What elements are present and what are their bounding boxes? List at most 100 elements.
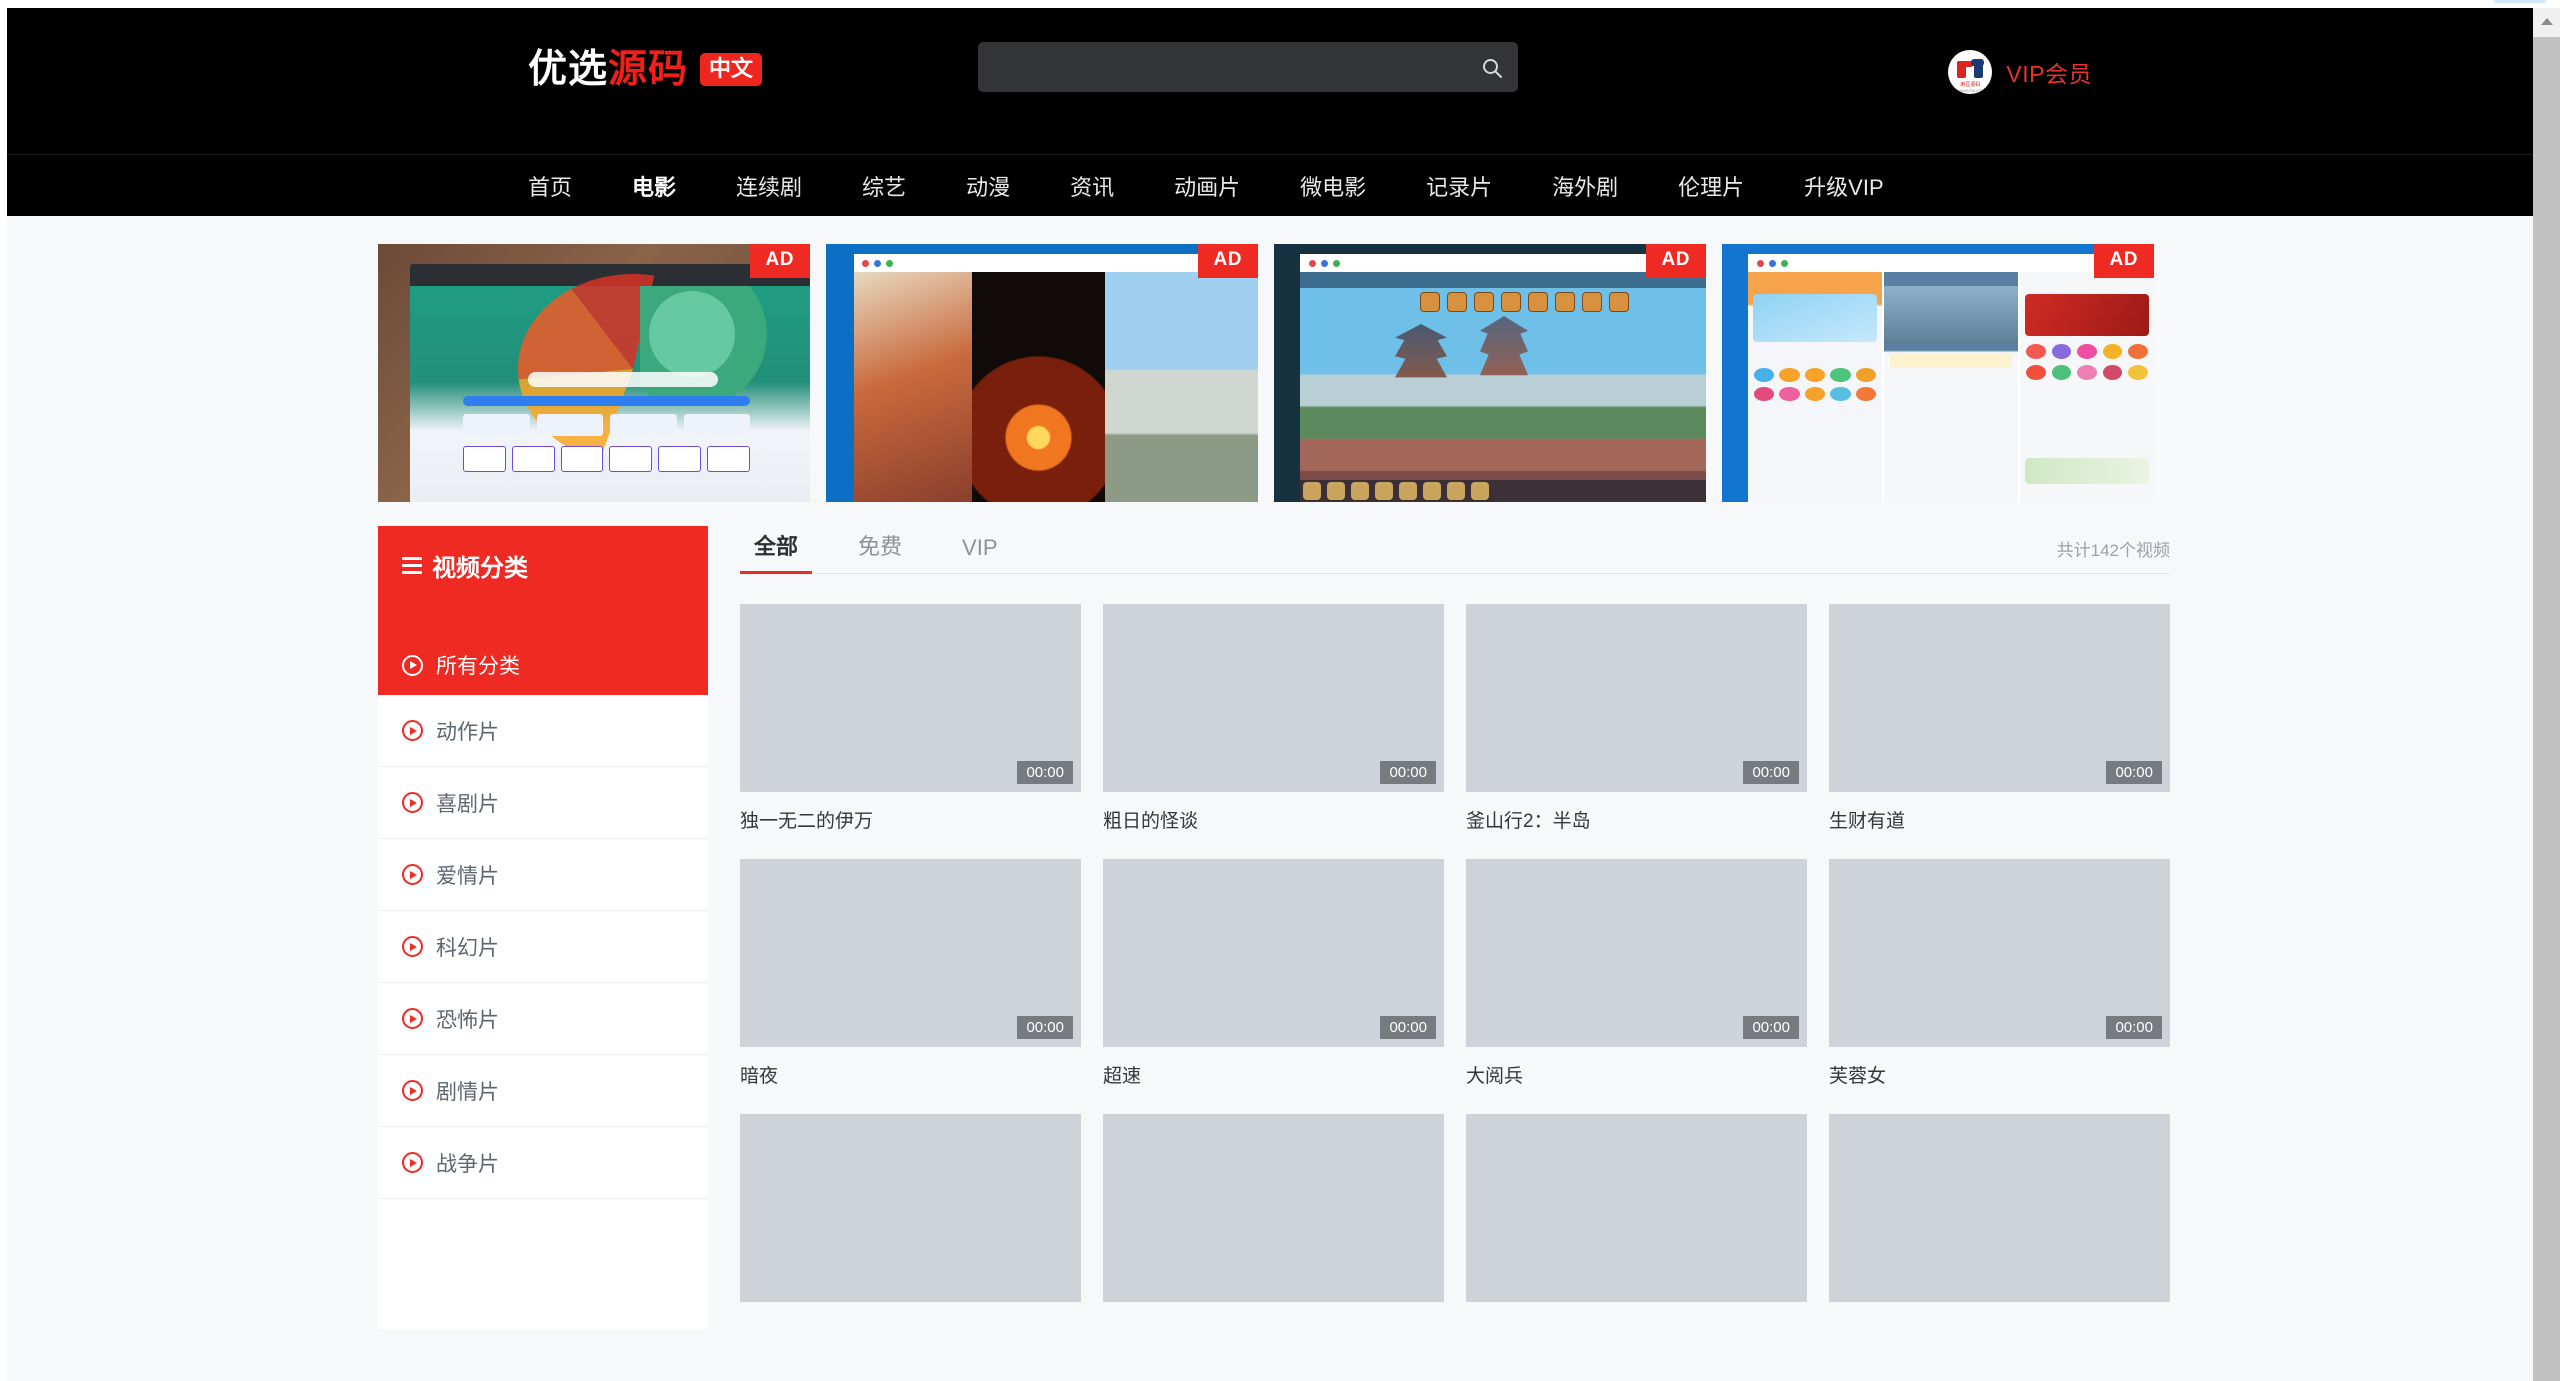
sidebar-item-2[interactable]: 喜剧片 (378, 767, 708, 839)
avatar-subcaption: MADOUYM.COM (1956, 88, 1985, 93)
sidebar-item-6[interactable]: 剧情片 (378, 1055, 708, 1127)
video-thumbnail[interactable] (1829, 1114, 2170, 1302)
play-circle-icon (402, 936, 423, 957)
scroll-up-arrow-icon[interactable] (2533, 8, 2560, 35)
nav-item-2[interactable]: 连续剧 (736, 170, 802, 202)
video-thumbnail[interactable]: 00:00 (740, 604, 1081, 792)
video-card[interactable] (740, 1114, 1081, 1316)
sidebar-item-1[interactable]: 动作片 (378, 695, 708, 767)
video-card[interactable]: 00:00 生财有道 (1829, 604, 2170, 833)
nav-item-9[interactable]: 海外剧 (1552, 170, 1618, 202)
video-card[interactable]: 00:00 暗夜 (740, 859, 1081, 1088)
sidebar-item-label: 恐怖片 (436, 1008, 499, 1032)
ad-banner-game-fire[interactable]: AD (826, 244, 1258, 502)
sidebar-item-label: 爱情片 (436, 864, 499, 888)
video-title[interactable]: 芙蓉女 (1829, 1061, 2170, 1088)
video-thumbnail[interactable]: 00:00 (1466, 859, 1807, 1047)
video-title[interactable]: 独一无二的伊万 (740, 806, 1081, 833)
video-thumbnail[interactable] (1466, 1114, 1807, 1302)
video-title[interactable]: 超速 (1103, 1061, 1444, 1088)
search-input[interactable] (978, 42, 1458, 92)
filter-tabs: 全部 免费 VIP 共计142个视频 (740, 526, 2170, 574)
video-card[interactable] (1103, 1114, 1444, 1316)
browser-top-strip (0, 0, 2560, 8)
avatar[interactable]: 麻豆源码 MADOUYM.COM (1948, 50, 1993, 94)
video-card[interactable]: 00:00 大阅兵 (1466, 859, 1807, 1088)
logo-text-primary: 优选 (528, 48, 609, 91)
video-thumbnail[interactable] (740, 1114, 1081, 1302)
nav-item-11[interactable]: 升级VIP (1804, 170, 1883, 202)
site-header: 优选源码 中文 麻豆源码 MADOUYM.COM VIP会员 (7, 8, 2533, 154)
video-card[interactable]: 00:00 釜山行2：半岛 (1466, 604, 1807, 833)
logo-text-secondary: 源码 (608, 48, 689, 91)
video-thumbnail[interactable]: 00:00 (1103, 604, 1444, 792)
video-title[interactable]: 大阅兵 (1466, 1061, 1807, 1088)
video-card[interactable]: 00:00 超速 (1103, 859, 1444, 1088)
sidebar-item-5[interactable]: 恐怖片 (378, 983, 708, 1055)
video-duration-badge: 00:00 (2106, 761, 2162, 784)
video-thumbnail[interactable] (1103, 1114, 1444, 1302)
video-duration-badge: 00:00 (2106, 1016, 2162, 1039)
video-thumbnail[interactable]: 00:00 (1466, 604, 1807, 792)
sidebar-item-7[interactable]: 战争片 (378, 1127, 708, 1199)
ad-banner-game-city[interactable]: AD (1274, 244, 1706, 502)
video-card[interactable] (1466, 1114, 1807, 1316)
ad-banner-knowledge-site[interactable]: AD (378, 244, 810, 502)
nav-item-4[interactable]: 动漫 (966, 170, 1010, 202)
search-box[interactable] (978, 42, 1518, 92)
video-duration-badge: 00:00 (1743, 1016, 1799, 1039)
vip-member-link[interactable]: 麻豆源码 MADOUYM.COM VIP会员 (1948, 50, 2092, 94)
play-circle-icon (402, 1080, 423, 1101)
nav-item-7[interactable]: 微电影 (1300, 170, 1366, 202)
site-logo[interactable]: 优选源码 中文 (528, 48, 763, 91)
play-circle-icon (402, 654, 423, 676)
video-thumbnail[interactable]: 00:00 (1103, 859, 1444, 1047)
sidebar-item-4[interactable]: 科幻片 (378, 911, 708, 983)
ad-badge: AD (1197, 244, 1258, 278)
tab-1[interactable]: 免费 (844, 529, 916, 573)
ad-badge: AD (1645, 244, 1706, 278)
video-thumbnail[interactable]: 00:00 (740, 859, 1081, 1047)
nav-item-6[interactable]: 动画片 (1174, 170, 1240, 202)
avatar-caption: 麻豆源码 (1960, 82, 1981, 88)
nav-item-10[interactable]: 伦理片 (1678, 170, 1744, 202)
sidebar-item-0[interactable]: 所有分类 (378, 635, 708, 695)
sidebar-item-3[interactable]: 爱情片 (378, 839, 708, 911)
video-title[interactable]: 暗夜 (740, 1061, 1081, 1088)
play-circle-icon (402, 792, 423, 813)
search-button[interactable] (1476, 52, 1508, 84)
nav-item-3[interactable]: 综艺 (862, 170, 906, 202)
tab-0[interactable]: 全部 (740, 529, 813, 574)
video-thumbnail[interactable]: 00:00 (1829, 859, 2170, 1047)
vip-label: VIP会员 (2006, 61, 2092, 87)
nav-item-8[interactable]: 记录片 (1426, 170, 1492, 202)
ad-banner-app-mall[interactable]: AD (1722, 244, 2154, 502)
video-title[interactable]: 生财有道 (1829, 806, 2170, 833)
category-sidebar: 视频分类 所有分类动作片 喜剧片爱情片科幻片恐怖片剧情片战争片 (378, 526, 708, 1329)
play-circle-icon (402, 864, 423, 885)
search-icon (1483, 59, 1502, 78)
video-card[interactable]: 00:00 芙蓉女 (1829, 859, 2170, 1088)
video-title[interactable]: 粗日的怪谈 (1103, 806, 1444, 833)
nav-item-5[interactable]: 资讯 (1070, 170, 1114, 202)
tab-2[interactable]: VIP (948, 535, 1011, 573)
video-list-panel: 全部 免费 VIP 共计142个视频 00:00 独一无二的伊万 00:00 粗日的怪谈 0… (740, 526, 2170, 1316)
sidebar-filler (378, 1199, 708, 1329)
video-card[interactable]: 00:00 粗日的怪谈 (1103, 604, 1444, 833)
total-video-count: 共计142个视频 (2056, 541, 2170, 560)
sidebar-header: 视频分类 (378, 526, 708, 643)
nav-item-0[interactable]: 首页 (528, 170, 572, 202)
video-duration-badge: 00:00 (1380, 1016, 1436, 1039)
video-duration-badge: 00:00 (1017, 1016, 1073, 1039)
video-card[interactable] (1829, 1114, 2170, 1316)
video-card[interactable]: 00:00 独一无二的伊万 (740, 604, 1081, 833)
video-title[interactable]: 釜山行2：半岛 (1466, 806, 1807, 833)
sidebar-item-label: 战争片 (436, 1152, 499, 1176)
nav-item-1[interactable]: 电影 (632, 170, 676, 202)
video-thumbnail[interactable]: 00:00 (1829, 604, 2170, 792)
sidebar-item-label: 所有分类 (436, 655, 520, 678)
scrollbar-thumb[interactable] (2533, 37, 2560, 1381)
logo-language-badge[interactable]: 中文 (700, 53, 763, 86)
main-navigation: 首页 电影 连续剧 综艺 动漫 资讯 动画片 微电影 记录片 海外剧 伦理片 升级VIP (7, 154, 2533, 216)
page-scrollbar[interactable] (2533, 8, 2560, 1381)
